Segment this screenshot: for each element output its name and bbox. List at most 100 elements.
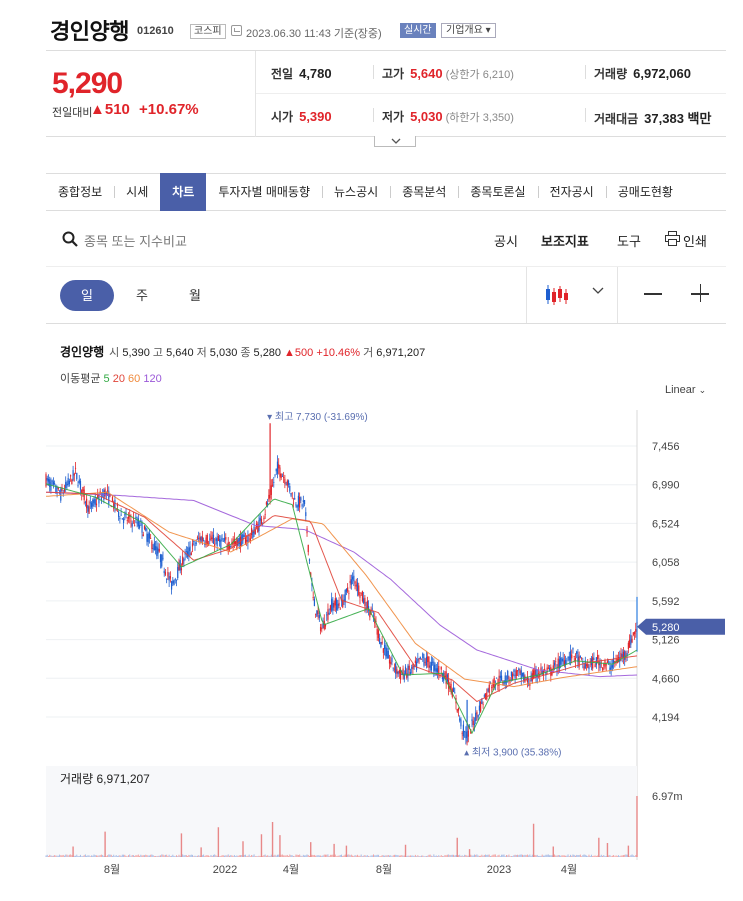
tab-3[interactable]: 투자자별 매매동향	[206, 174, 322, 210]
volume-bar	[265, 855, 267, 857]
volume-bar	[566, 855, 568, 857]
print-button[interactable]: 인쇄	[683, 231, 707, 250]
quote-row-1: 전일 4,780 고가 5,640 (상한가 6,210) 거래량 6,972,060	[256, 51, 726, 94]
volume-bar	[148, 855, 150, 857]
volume-bar	[87, 855, 89, 857]
volume-bar	[244, 854, 246, 857]
tab-5[interactable]: 종목분석	[390, 174, 458, 210]
volume-bar	[538, 856, 539, 857]
period-month-button[interactable]: 월	[168, 280, 222, 311]
volume-bar	[89, 856, 91, 857]
volume-bar	[542, 855, 544, 857]
volume-bar	[115, 854, 117, 857]
tools-button[interactable]: 도구	[617, 231, 641, 250]
candle-body	[472, 720, 474, 725]
candle-body	[547, 667, 549, 669]
candle-body	[138, 525, 141, 528]
candle-body	[214, 543, 216, 547]
volume-bar	[589, 855, 591, 857]
volume-bar	[47, 856, 49, 857]
price-chart[interactable]: 7,456 6,990 6,524 6,058 5,592 5,126 4,660 4,194…	[0, 330, 743, 901]
tab-1[interactable]: 시세	[114, 174, 160, 210]
candle-body	[420, 658, 423, 660]
candle-body	[386, 648, 388, 659]
candle-body	[390, 661, 392, 665]
volume-bar	[173, 855, 175, 857]
volume-bar	[441, 856, 443, 857]
zoom-out-button[interactable]	[644, 283, 664, 303]
print-icon[interactable]	[665, 231, 680, 246]
candle-body	[548, 667, 551, 670]
candlestick-type-icon[interactable]	[545, 284, 571, 306]
volume-bar	[290, 855, 292, 857]
company-overview-button[interactable]: 기업개요 ▾	[441, 23, 496, 38]
volume-bar	[334, 854, 336, 857]
candle-body	[452, 687, 455, 692]
volume-bar	[295, 854, 297, 857]
candle-body	[308, 559, 311, 561]
candle-body	[318, 615, 320, 618]
volume-bar	[551, 855, 553, 857]
volume-bar	[206, 855, 208, 857]
volume-bar	[336, 856, 338, 857]
candle-body	[635, 629, 637, 632]
tab-6[interactable]: 종목토론실	[458, 174, 537, 210]
volume-bar	[199, 855, 201, 857]
candle-body	[82, 486, 84, 491]
volume-bar	[51, 855, 53, 857]
chevron-down-icon[interactable]	[592, 287, 604, 295]
volume-bar	[258, 855, 260, 857]
realtime-button[interactable]: 실시간	[400, 23, 436, 38]
volume-bar	[289, 854, 291, 857]
candle-body	[283, 477, 285, 479]
quote-panel: 5,290 전일대비 ▲510 +10.67% 전일 4,780 고가 5,640(…	[46, 50, 726, 137]
tab-7[interactable]: 전자공시	[537, 174, 606, 210]
candle-body	[630, 634, 632, 645]
candle-body	[136, 522, 138, 524]
volume-bar	[230, 855, 232, 857]
candle-body	[396, 669, 398, 674]
candle-body	[461, 732, 463, 734]
candle-body	[185, 551, 187, 553]
candle-body	[124, 514, 126, 516]
candle-body	[603, 664, 605, 666]
candle-body	[391, 657, 393, 662]
volume-bar	[358, 855, 360, 857]
volume-bar	[487, 854, 489, 857]
zoom-in-button[interactable]	[691, 283, 711, 303]
tab-8[interactable]: 공매도현황	[605, 174, 685, 210]
x-tick-label: 4월	[283, 863, 299, 876]
search-icon[interactable]	[62, 231, 78, 247]
volume-bar	[237, 855, 239, 857]
candle-body	[430, 662, 432, 671]
volume-bar	[241, 855, 243, 857]
indicator-button[interactable]: 보조지표	[541, 231, 589, 250]
volume-bar	[509, 856, 511, 857]
candle-body	[395, 663, 397, 674]
volume-bar	[189, 855, 191, 857]
candle-body	[333, 602, 335, 608]
volume-bar	[556, 855, 558, 857]
candle-body	[339, 608, 341, 610]
volume-bar	[492, 854, 494, 857]
tab-0[interactable]: 종합정보	[46, 174, 114, 210]
expand-quote-button[interactable]	[374, 136, 416, 147]
disclosure-button[interactable]: 공시	[494, 231, 518, 250]
volume-bar	[491, 855, 493, 857]
volume-bar	[444, 855, 446, 857]
volume-bar	[328, 856, 330, 857]
volume-bar	[216, 856, 218, 857]
period-week-button[interactable]: 주	[115, 280, 169, 311]
tab-2[interactable]: 차트	[160, 172, 207, 211]
volume-bar	[486, 854, 488, 857]
candle-body	[270, 485, 272, 495]
compare-search-input[interactable]: 종목 또는 지수비교	[84, 231, 187, 250]
volume-bar	[521, 854, 523, 857]
candle-body	[148, 533, 151, 539]
period-day-button[interactable]: 일	[60, 280, 114, 311]
candle-body	[199, 536, 201, 541]
volume-bar	[321, 855, 323, 857]
tab-4[interactable]: 뉴스공시	[322, 174, 390, 210]
volume-bar	[307, 854, 309, 857]
volume-bar	[561, 855, 563, 857]
